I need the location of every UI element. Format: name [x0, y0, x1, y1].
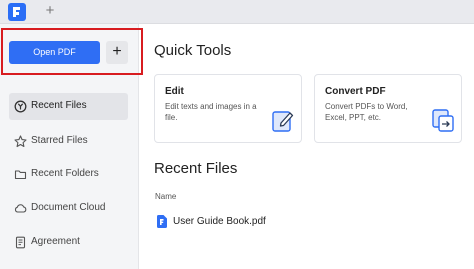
sidebar-item-label: Recent Folders	[31, 168, 99, 179]
sidebar-item-starred-files[interactable]: Starred Files	[9, 128, 128, 155]
column-header-name[interactable]: Name	[155, 192, 176, 201]
recent-files-icon	[14, 100, 27, 113]
sidebar-item-recent-folders[interactable]: Recent Folders	[9, 161, 128, 188]
sidebar-item-agreement[interactable]: Agreement	[9, 229, 128, 256]
convert-icon	[432, 109, 454, 132]
sidebar-item-document-cloud[interactable]: Document Cloud	[9, 195, 128, 222]
sidebar-item-label: Starred Files	[31, 135, 88, 146]
sidebar-item-label: Document Cloud	[31, 202, 106, 213]
file-row[interactable]: User Guide Book.pdf	[154, 212, 354, 232]
sidebar-item-label: Agreement	[31, 236, 80, 247]
quick-tools-heading: Quick Tools	[154, 42, 232, 59]
convert-pdf-tool-card[interactable]: Convert PDF Convert PDFs to Word, Excel,…	[314, 74, 462, 143]
sidebar-item-recent-files[interactable]: Recent Files	[9, 93, 128, 120]
recent-files-heading: Recent Files	[154, 160, 238, 177]
edit-icon	[272, 111, 294, 132]
app-logo-icon	[13, 7, 20, 17]
sidebar-item-label: Recent Files	[31, 100, 87, 111]
folder-icon	[14, 170, 27, 180]
tool-description: Edit texts and images in a file.	[165, 102, 257, 122]
file-name: User Guide Book.pdf	[173, 216, 266, 227]
tab-bar: +	[0, 0, 474, 24]
edit-tool-card[interactable]: Edit Edit texts and images in a file.	[154, 74, 302, 143]
pdf-file-icon	[157, 215, 167, 228]
new-tab-button[interactable]: +	[42, 2, 58, 20]
tool-description: Convert PDFs to Word, Excel, PPT, etc.	[325, 102, 408, 122]
tool-title: Convert PDF	[325, 86, 386, 97]
tool-title: Edit	[165, 86, 184, 97]
star-icon	[14, 135, 27, 148]
app-logo-tab[interactable]	[8, 3, 26, 21]
cloud-icon	[14, 204, 27, 213]
agreement-icon	[15, 236, 26, 249]
highlight-annotation-box	[1, 28, 143, 75]
